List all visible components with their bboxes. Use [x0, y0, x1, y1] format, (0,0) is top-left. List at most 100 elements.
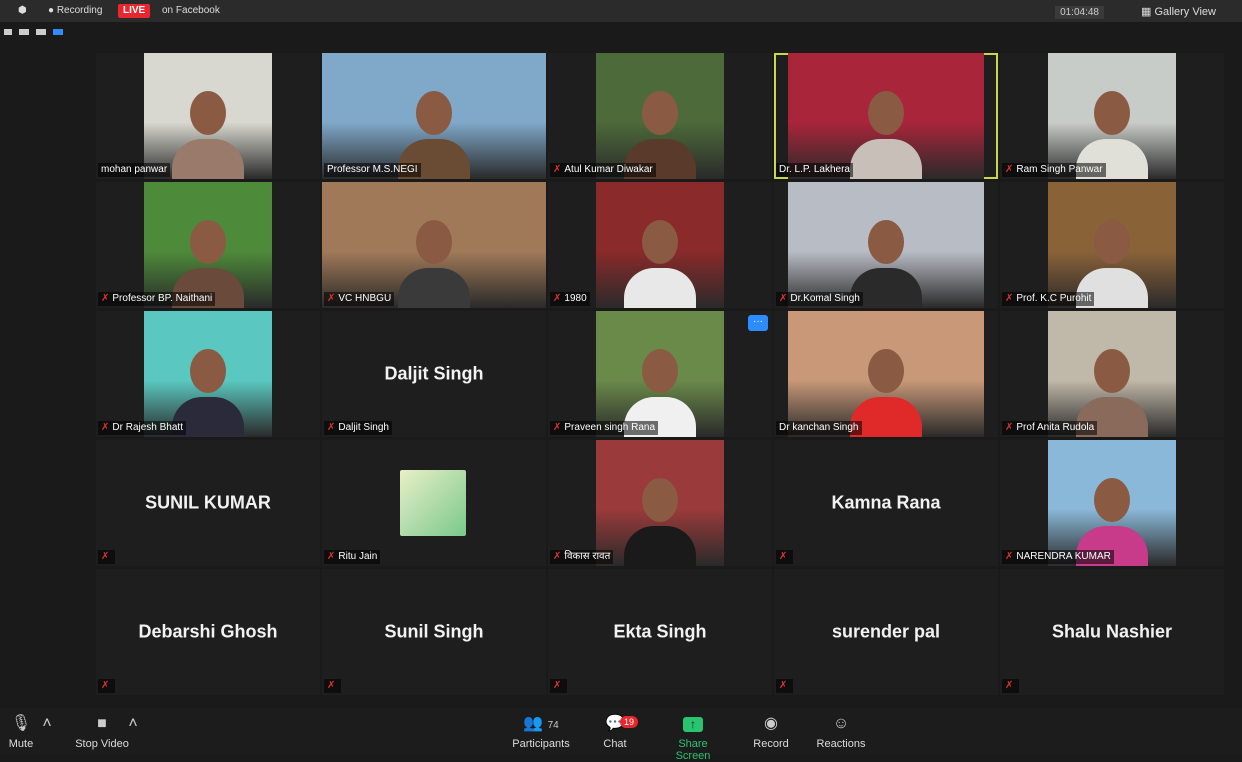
recording-label: Recording — [56, 5, 103, 16]
participant-tile[interactable]: Ekta Singh ✗ — [548, 569, 772, 695]
video-options-caret[interactable]: ˄ — [126, 714, 140, 738]
profile-picture — [400, 470, 466, 536]
participant-video — [1048, 311, 1176, 437]
audio-options-caret[interactable]: ˄ — [40, 714, 54, 738]
meeting-timer: 01:04:48 — [1055, 6, 1104, 19]
participant-tile[interactable]: ✗ 1980 — [548, 182, 772, 308]
participant-video — [322, 182, 546, 308]
participant-name-label: ✗ Ram Singh Panwar — [1002, 163, 1106, 177]
participant-tile[interactable]: Sunil Singh ✗ — [322, 569, 546, 695]
participant-tile[interactable]: ✗ विकास रावत — [548, 440, 772, 566]
menu-icon[interactable] — [36, 29, 46, 35]
muted-mic-icon: ✗ — [327, 422, 336, 433]
participant-tile[interactable]: ✗ Dr Rajesh Bhatt — [96, 311, 320, 437]
participant-name-label: Professor M.S.NEGI — [324, 163, 421, 177]
meeting-topbar: ⬢ ● Recording LIVE on Facebook 01:04:48 … — [0, 0, 1242, 22]
participant-face — [868, 91, 904, 135]
participant-video — [596, 53, 724, 179]
recording-indicator[interactable]: ● Recording — [48, 4, 102, 18]
participant-name: Ritu Jain — [338, 551, 378, 562]
participant-tile[interactable]: ✗ VC HNBGU — [322, 182, 546, 308]
caret-up-icon: ˄ — [128, 715, 138, 732]
muted-mic-icon: ✗ — [553, 293, 562, 304]
chat-button[interactable]: 💬 19 Chat — [600, 714, 639, 750]
participant-name-label: ✗ — [98, 550, 116, 564]
muted-mic-icon: ✗ — [1005, 680, 1014, 691]
participant-name-label: Dr kanchan Singh — [776, 421, 862, 435]
participant-body — [624, 526, 696, 566]
muted-mic-icon: ✗ — [1005, 293, 1014, 304]
participant-name: NARENDRA KUMAR — [1016, 551, 1111, 562]
participant-tile[interactable]: Shalu Nashier ✗ — [1000, 569, 1224, 695]
participant-tile[interactable]: ··· ✗ Praveen singh Rana — [548, 311, 772, 437]
participant-tile[interactable]: Dr. L.P. Lakhera — [774, 53, 998, 179]
gallery-view-button[interactable]: ▦ Gallery View — [1141, 5, 1216, 18]
participant-name-label: ✗ Ritu Jain — [324, 550, 381, 564]
participant-tile[interactable]: ✗ NARENDRA KUMAR — [1000, 440, 1224, 566]
more-options-button[interactable]: ··· — [748, 315, 768, 331]
record-button[interactable]: ◉ Record — [752, 714, 790, 750]
participant-tile[interactable]: ✗ Ram Singh Panwar — [1000, 53, 1224, 179]
live-badge[interactable]: LIVE — [118, 4, 151, 18]
muted-mic-icon: ✗ — [1005, 422, 1014, 433]
participant-name: Dr kanchan Singh — [779, 422, 859, 433]
participants-button[interactable]: 👥 74 Participants — [510, 714, 572, 750]
participant-name-label: ✗ Professor BP. Naithani — [98, 292, 216, 306]
participant-tile[interactable]: Daljit Singh ✗ Daljit Singh — [322, 311, 546, 437]
participant-body — [850, 139, 922, 179]
participant-tile[interactable]: ✗ Atul Kumar Diwakar — [548, 53, 772, 179]
participant-video — [144, 311, 272, 437]
gallery-view-label: Gallery View — [1154, 6, 1216, 18]
participant-name: Prof Anita Rudola — [1016, 422, 1095, 433]
muted-mic-icon: ✗ — [779, 551, 788, 562]
participant-tile[interactable]: ✗ Prof. K.C Purohit — [1000, 182, 1224, 308]
share-screen-label: Share Screen — [675, 738, 711, 762]
restore-icon[interactable] — [19, 29, 29, 35]
muted-mic-icon: ✗ — [101, 551, 110, 562]
participant-face — [642, 91, 678, 135]
muted-mic-icon: ✗ — [327, 680, 336, 691]
participant-tile[interactable]: surender pal ✗ — [774, 569, 998, 695]
participant-video — [144, 182, 272, 308]
participant-tile[interactable]: SUNIL KUMAR ✗ — [96, 440, 320, 566]
video-camera-icon: ■ — [97, 715, 107, 732]
mute-button[interactable]: 🎙 Mute — [6, 714, 36, 750]
participant-tile[interactable]: ✗ Professor BP. Naithani — [96, 182, 320, 308]
stop-video-button[interactable]: ■ Stop Video — [72, 714, 132, 750]
participants-count: 74 — [547, 720, 559, 731]
participant-face — [190, 349, 226, 393]
participant-name: Dr Rajesh Bhatt — [112, 422, 183, 433]
participant-tile[interactable]: ✗ Dr.Komal Singh — [774, 182, 998, 308]
muted-mic-icon: ✗ — [101, 680, 110, 691]
minimize-icon[interactable] — [4, 29, 12, 35]
participant-tile[interactable]: Professor M.S.NEGI — [322, 53, 546, 179]
participant-video — [1048, 440, 1176, 566]
participant-body — [624, 268, 696, 308]
shield-icon: ⬢ — [18, 5, 27, 16]
participant-video — [596, 182, 724, 308]
participant-tile[interactable]: mohan panwar — [96, 53, 320, 179]
participant-face — [868, 349, 904, 393]
gallery-grid: mohan panwar Professor M.S.NEGI ✗ Atul Kuma… — [96, 53, 1224, 696]
participant-name-label: ✗ विकास रावत — [550, 550, 614, 564]
meeting-controls: 🎙 Mute ˄ ■ Stop Video ˄ 👥 74 Participant… — [0, 708, 1242, 762]
participant-tile[interactable]: Kamna Rana ✗ — [774, 440, 998, 566]
participant-name: Atul Kumar Diwakar — [564, 164, 653, 175]
participant-tile[interactable]: ✗ Prof Anita Rudola — [1000, 311, 1224, 437]
muted-mic-icon: ✗ — [1005, 164, 1014, 175]
participant-display-name: surender pal — [831, 621, 941, 642]
participant-name-label: ✗ Prof. K.C Purohit — [1002, 292, 1095, 306]
participant-display-name: Daljit Singh — [384, 363, 484, 384]
record-icon: ◉ — [764, 715, 778, 732]
participant-face — [1094, 220, 1130, 264]
participant-tile[interactable]: Dr kanchan Singh — [774, 311, 998, 437]
participant-tile[interactable]: Debarshi Ghosh ✗ — [96, 569, 320, 695]
muted-mic-icon: ✗ — [779, 293, 788, 304]
participant-name: Ram Singh Panwar — [1016, 164, 1103, 175]
muted-mic-icon: ✗ — [327, 551, 336, 562]
participant-face — [868, 220, 904, 264]
participant-face — [1094, 349, 1130, 393]
reactions-button[interactable]: ☺ Reactions — [816, 714, 866, 750]
participant-tile[interactable]: ✗ Ritu Jain — [322, 440, 546, 566]
apps-icon[interactable] — [53, 29, 63, 35]
